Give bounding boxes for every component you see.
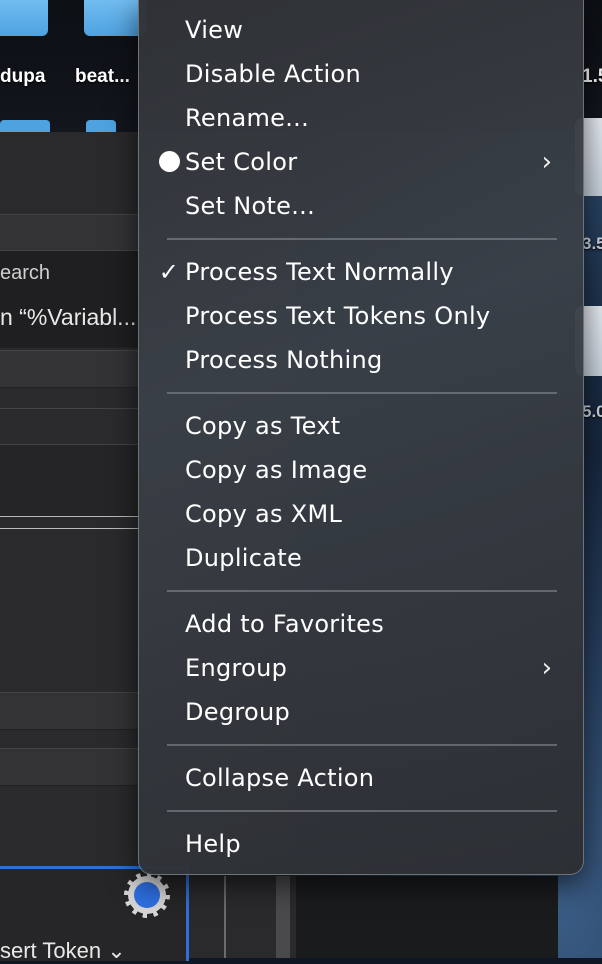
chevron-right-icon: › [541,147,553,177]
menu-item-label: Add to Favorites [185,610,385,638]
menu-item-copy-as-image[interactable]: Copy as Image [139,448,583,492]
desktop-item-label[interactable]: 1.5 [582,66,602,88]
menu-item-copy-as-xml[interactable]: Copy as XML [139,492,583,536]
app-row [0,444,140,516]
app-row [0,692,140,730]
desktop-item-label[interactable]: beat... [75,66,130,88]
desktop-item-label[interactable]: 3.5 [582,234,602,254]
menu-item-process-text-tokens-only[interactable]: Process Text Tokens Only [139,294,583,338]
divider [0,528,140,529]
menu-separator [167,238,557,240]
menu-item-label: Process Text Tokens Only [185,302,491,330]
folder-icon[interactable] [84,0,146,36]
menu-item-label: Degroup [185,698,291,726]
app-row [0,748,140,786]
menu-item-label: Rename... [185,104,310,132]
color-circle-icon [159,151,180,172]
divider [0,516,140,517]
gear-icon[interactable] [124,872,170,918]
menu-item-label: Process Text Normally [185,258,454,286]
insert-token-button[interactable]: sert Token ⌄ [0,938,126,964]
folder-icon[interactable] [0,0,48,36]
menu-item-copy-as-text[interactable]: Copy as Text [139,404,583,448]
menu-separator [167,392,557,394]
menu-item-label: View [185,16,244,44]
desktop-item-label[interactable]: dupa [0,66,45,88]
app-row [0,408,140,446]
menu-item-label: Process Nothing [185,346,383,374]
desktop-item-label[interactable]: 5.0 [582,402,602,422]
menu-item-process-nothing[interactable]: Process Nothing [139,338,583,382]
menu-item-label: Set Color [185,148,298,176]
context-menu: View Disable Action Rename... Set Color … [138,0,584,875]
menu-item-set-color[interactable]: Set Color › [139,140,583,184]
menu-item-label: Disable Action [185,60,362,88]
menu-item-engroup[interactable]: Engroup › [139,646,583,690]
menu-separator [167,810,557,812]
chevron-right-icon: › [541,653,553,683]
app-row [0,350,140,388]
menu-item-add-to-favorites[interactable]: Add to Favorites [139,602,583,646]
menu-item-label: Set Note... [185,192,316,220]
search-label: earch [0,262,51,284]
menu-item-label: Collapse Action [185,764,375,792]
checkmark-icon: ✓ [158,258,180,286]
menu-item-label: Copy as Image [185,456,368,484]
menu-item-help[interactable]: Help [139,822,583,866]
menu-item-collapse-action[interactable]: Collapse Action [139,756,583,800]
scrollbar[interactable] [276,876,290,958]
menu-item-label: Duplicate [185,544,303,572]
menu-item-set-note[interactable]: Set Note... [139,184,583,228]
divider [224,876,226,958]
menu-item-disable-action[interactable]: Disable Action [139,52,583,96]
menu-item-process-text-normally[interactable]: ✓ Process Text Normally [139,250,583,294]
variable-field[interactable]: n “%Variabl... [0,304,136,331]
menu-item-rename[interactable]: Rename... [139,96,583,140]
menu-item-label: Engroup [185,654,288,682]
menu-item-duplicate[interactable]: Duplicate [139,536,583,580]
menu-item-label: Copy as XML [185,500,343,528]
menu-item-label: Help [185,830,241,858]
menu-separator [167,744,557,746]
menu-item-label: Copy as Text [185,412,341,440]
app-row [0,214,140,252]
dark-panel [296,876,558,958]
menu-separator [167,590,557,592]
menu-item-degroup[interactable]: Degroup [139,690,583,734]
menu-item-view[interactable]: View [139,8,583,52]
